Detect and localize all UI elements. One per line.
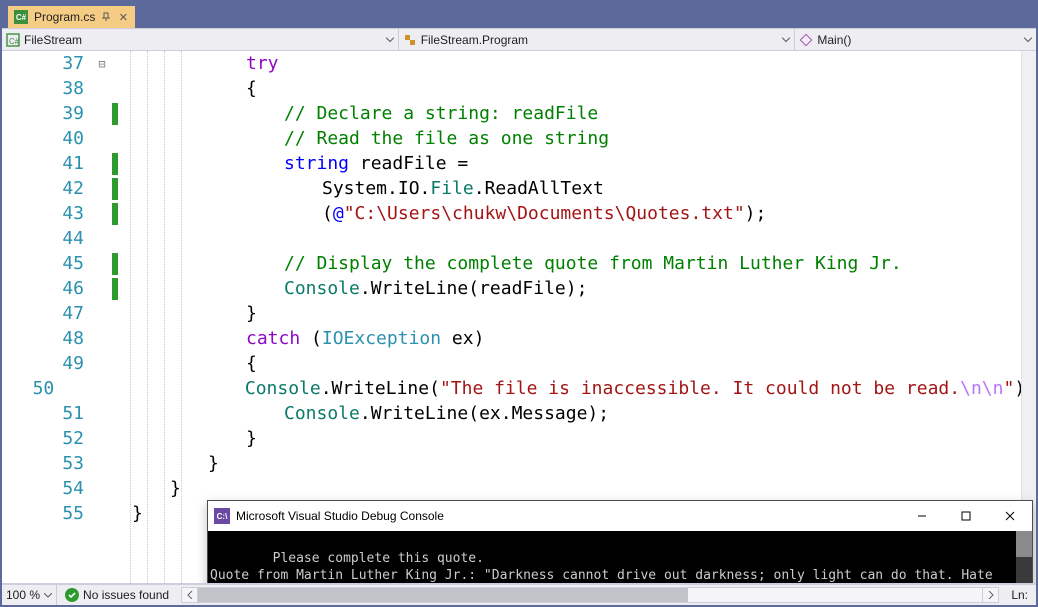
issues-text: No issues found xyxy=(83,588,169,602)
change-marker xyxy=(112,103,118,125)
line-number[interactable]: 42 xyxy=(2,178,92,199)
console-titlebar[interactable]: C:\ Microsoft Visual Studio Debug Consol… xyxy=(208,501,1032,531)
nav-scope-method[interactable]: Main() xyxy=(795,29,1036,50)
line-number[interactable]: 44 xyxy=(2,228,92,249)
close-button[interactable] xyxy=(988,501,1032,531)
console-title-text: Microsoft Visual Studio Debug Console xyxy=(236,509,444,523)
code-line[interactable]: 47} xyxy=(2,301,1036,326)
class-icon xyxy=(403,33,417,47)
nav-scope-class[interactable]: FileStream.Program xyxy=(399,29,796,50)
line-number[interactable]: 48 xyxy=(2,328,92,349)
tab-program-cs[interactable]: C# Program.cs ✕ xyxy=(8,6,135,28)
nav-scope-class-label: FileStream.Program xyxy=(421,33,528,47)
change-marker xyxy=(112,203,118,225)
code-line[interactable]: 53} xyxy=(2,451,1036,476)
line-number[interactable]: 38 xyxy=(2,78,92,99)
code-line[interactable]: 41string readFile = xyxy=(2,151,1036,176)
code-line[interactable]: 38{ xyxy=(2,76,1036,101)
fold-gutter[interactable]: ⊟ xyxy=(92,57,112,71)
svg-text:C#: C# xyxy=(9,37,20,46)
line-number[interactable]: 40 xyxy=(2,128,92,149)
code-line[interactable]: 37⊟try xyxy=(2,51,1036,76)
chevron-down-icon xyxy=(1024,37,1032,42)
check-icon xyxy=(65,588,79,602)
horizontal-scrollbar[interactable] xyxy=(181,587,999,603)
code-line[interactable]: 52} xyxy=(2,426,1036,451)
line-number[interactable]: 46 xyxy=(2,278,92,299)
chevron-down-icon xyxy=(44,593,52,598)
code-line[interactable]: 54} xyxy=(2,476,1036,501)
method-icon xyxy=(799,33,813,47)
console-scrollbar[interactable] xyxy=(1016,531,1032,583)
line-number[interactable]: 43 xyxy=(2,203,92,224)
nav-scope-project-label: FileStream xyxy=(24,33,82,47)
pin-icon[interactable] xyxy=(101,12,111,22)
code-line[interactable]: 39// Declare a string: readFile xyxy=(2,101,1036,126)
line-number[interactable]: 52 xyxy=(2,428,92,449)
code-line[interactable]: 44 xyxy=(2,226,1036,251)
tab-label: Program.cs xyxy=(34,10,95,24)
maximize-button[interactable] xyxy=(944,501,988,531)
nav-scope-method-label: Main() xyxy=(817,33,851,47)
scroll-left-arrow[interactable] xyxy=(182,588,198,602)
chevron-down-icon xyxy=(386,37,394,42)
line-number[interactable]: 53 xyxy=(2,453,92,474)
line-number[interactable]: 41 xyxy=(2,153,92,174)
line-number[interactable]: 47 xyxy=(2,303,92,324)
code-line[interactable]: 50Console.WriteLine("The file is inacces… xyxy=(2,376,1036,401)
line-number[interactable]: 49 xyxy=(2,353,92,374)
close-tab-icon[interactable]: ✕ xyxy=(117,11,129,23)
console-icon: C:\ xyxy=(214,508,230,524)
zoom-selector[interactable]: 100 % xyxy=(2,585,57,605)
line-indicator[interactable]: Ln: xyxy=(1003,588,1036,602)
code-line[interactable]: 49{ xyxy=(2,351,1036,376)
line-number[interactable]: 50 xyxy=(2,378,62,399)
minimize-button[interactable] xyxy=(900,501,944,531)
document-tab-bar: C# Program.cs ✕ xyxy=(2,2,1036,28)
line-number[interactable]: 54 xyxy=(2,478,92,499)
nav-scope-project[interactable]: C# FileStream xyxy=(2,29,399,50)
line-number[interactable]: 45 xyxy=(2,253,92,274)
change-marker xyxy=(112,253,118,275)
line-number[interactable]: 37 xyxy=(2,53,92,74)
zoom-value: 100 % xyxy=(6,588,40,602)
code-line[interactable]: 40// Read the file as one string xyxy=(2,126,1036,151)
code-line[interactable]: 45// Display the complete quote from Mar… xyxy=(2,251,1036,276)
change-marker xyxy=(112,153,118,175)
console-output[interactable]: Please complete this quote. Quote from M… xyxy=(208,531,1032,583)
line-number[interactable]: 39 xyxy=(2,103,92,124)
csharp-file-icon: C# xyxy=(14,10,28,24)
csharp-project-icon: C# xyxy=(6,33,20,47)
change-marker xyxy=(112,278,118,300)
error-indicator[interactable]: No issues found xyxy=(57,588,177,602)
line-number[interactable]: 55 xyxy=(2,503,92,524)
code-line[interactable]: 48catch (IOException ex) xyxy=(2,326,1036,351)
console-text: Please complete this quote. Quote from M… xyxy=(210,551,1001,583)
ln-label: Ln: xyxy=(1011,588,1028,602)
code-editor[interactable]: 37⊟try38{39// Declare a string: readFile… xyxy=(2,51,1036,583)
chevron-down-icon xyxy=(782,37,790,42)
scroll-right-arrow[interactable] xyxy=(982,588,998,602)
debug-console-window: C:\ Microsoft Visual Studio Debug Consol… xyxy=(207,500,1033,583)
navigation-bar: C# FileStream FileStream.Program Main() xyxy=(2,28,1036,51)
code-line[interactable]: 51Console.WriteLine(ex.Message); xyxy=(2,401,1036,426)
change-marker xyxy=(112,178,118,200)
line-number[interactable]: 51 xyxy=(2,403,92,424)
code-line[interactable]: 43(@"C:\Users\chukw\Documents\Quotes.txt… xyxy=(2,201,1036,226)
code-line[interactable]: 42System.IO.File.ReadAllText xyxy=(2,176,1036,201)
code-line[interactable]: 46Console.WriteLine(readFile); xyxy=(2,276,1036,301)
status-bar: 100 % No issues found Ln: xyxy=(2,583,1036,605)
